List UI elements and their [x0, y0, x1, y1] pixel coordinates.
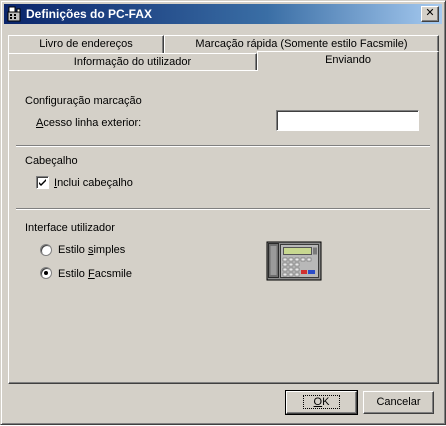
simple-style-radio[interactable]: [40, 244, 52, 256]
separator: [16, 145, 430, 147]
include-header-checkbox[interactable]: [36, 176, 49, 189]
separator: [16, 208, 430, 210]
facsmile-style-label[interactable]: Estilo Facsmile: [58, 268, 132, 280]
pc-fax-settings-dialog: Definições do PC-FAX ✕ Livro de endereço…: [0, 0, 446, 425]
outside-line-input[interactable]: [276, 110, 419, 131]
simple-style-label[interactable]: Estilo simples: [58, 244, 125, 256]
header-heading: Cabeçalho: [25, 155, 78, 167]
include-header-label[interactable]: Inclui cabeçalho: [54, 177, 133, 189]
facsmile-style-radio[interactable]: [40, 267, 52, 279]
ok-button[interactable]: OK: [285, 390, 358, 415]
ui-heading: Interface utilizador: [25, 222, 115, 234]
dialing-settings-heading: Configuração marcação: [25, 95, 142, 107]
fax-machine-icon: [266, 241, 322, 281]
checkmark-icon: [39, 179, 46, 186]
cancel-button[interactable]: Cancelar: [363, 391, 434, 414]
outside-line-label: Acesso linha exterior:: [36, 117, 142, 129]
